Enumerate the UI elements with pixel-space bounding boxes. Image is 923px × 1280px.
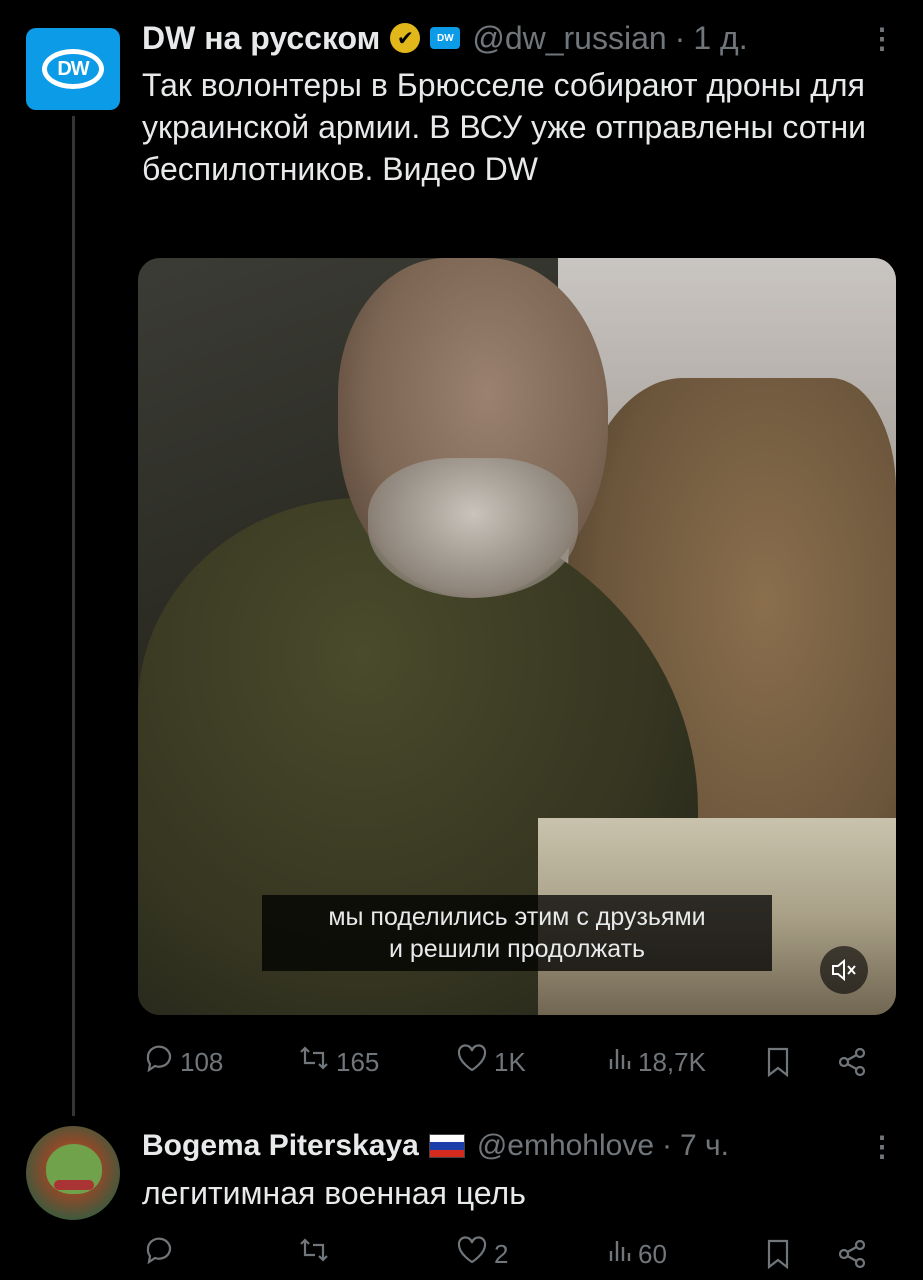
bookmark-icon[interactable] (766, 1040, 790, 1084)
reply-icon (144, 1236, 174, 1272)
avatar-reply-user[interactable] (26, 1126, 120, 1220)
reply-author-name[interactable]: Bogema Piterskaya (142, 1129, 419, 1163)
russia-flag-icon (428, 1134, 465, 1158)
share-icon[interactable] (836, 1232, 868, 1276)
reply-icon (144, 1044, 174, 1080)
volume-muted-icon[interactable] (820, 946, 868, 994)
retweet-icon (298, 1237, 330, 1271)
reply-author-handle[interactable]: @emhohlove (477, 1129, 654, 1163)
retweet-button[interactable] (298, 1232, 336, 1276)
reply-text: легитимная военная цель (142, 1175, 526, 1211)
subtitle-line-1: мы поделились этим с друзьями (328, 903, 706, 931)
more-vertical-icon[interactable]: ⋮ (868, 22, 896, 55)
pepe-mouth (54, 1180, 94, 1190)
views-count: 18,7K (638, 1046, 706, 1077)
thread-line (72, 116, 75, 1116)
affiliate-badge[interactable]: DW (430, 27, 461, 49)
like-button[interactable]: 1K (456, 1040, 526, 1084)
views-icon (608, 1045, 632, 1079)
verified-gold-check-icon[interactable]: ✔ (390, 23, 421, 53)
avatar-dw[interactable]: DW (26, 28, 120, 110)
more-vertical-icon[interactable]: ⋮ (868, 1130, 896, 1163)
author-handle[interactable]: @dw_russian (472, 20, 666, 57)
dw-logo: DW (42, 49, 104, 89)
tweet-text: Так волонтеры в Брюсселе собирают дроны … (142, 67, 867, 187)
views-count: 60 (638, 1238, 667, 1269)
retweet-count: 165 (336, 1046, 380, 1077)
like-icon (456, 1236, 488, 1272)
retweet-button[interactable]: 165 (298, 1040, 379, 1084)
tweet-header: DW на русском ✔ DW @dw_russian · 1 д. (142, 18, 748, 58)
like-count: 2 (494, 1238, 509, 1269)
reply-button[interactable] (144, 1232, 180, 1276)
subtitle-line-2: и решили продолжать (388, 935, 646, 963)
retweet-icon (298, 1045, 330, 1079)
like-button[interactable]: 2 (456, 1232, 508, 1276)
bookmark-icon[interactable] (766, 1232, 790, 1276)
reply-time[interactable]: 7 ч. (680, 1129, 729, 1163)
reply-header: Bogema Piterskaya @emhohlove · 7 ч. (142, 1126, 729, 1166)
reply-count: 108 (180, 1046, 224, 1077)
reply-button[interactable]: 108 (144, 1040, 223, 1084)
video-player[interactable]: мы поделились этим с друзьями и решили п… (138, 258, 896, 1015)
tweet-actions: 108 165 1K 18,7K (140, 1040, 880, 1084)
views-icon (608, 1237, 632, 1271)
views-button[interactable]: 60 (608, 1232, 667, 1276)
separator: · (674, 19, 686, 56)
views-button[interactable]: 18,7K (608, 1040, 706, 1084)
like-icon (456, 1044, 488, 1080)
like-count: 1K (494, 1046, 526, 1077)
separator: · (662, 1129, 673, 1162)
video-person-beard (368, 458, 578, 598)
share-icon[interactable] (836, 1040, 868, 1084)
video-subtitle: мы поделились этим с друзьями и решили п… (262, 895, 772, 971)
tweet-time[interactable]: 1 д. (693, 20, 747, 57)
reply-actions: 2 60 (140, 1232, 880, 1276)
author-name[interactable]: DW на русском (142, 20, 380, 57)
